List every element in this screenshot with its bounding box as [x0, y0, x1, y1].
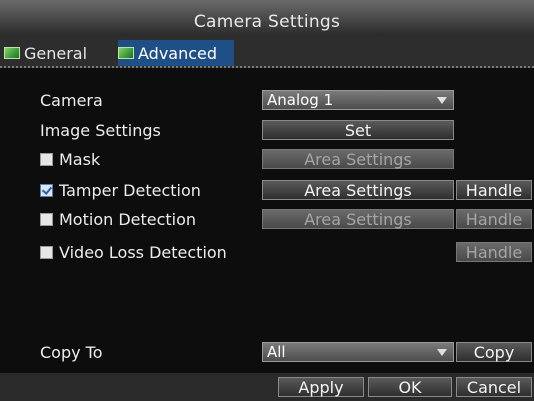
title-bar: Camera Settings: [0, 0, 534, 36]
tamper-detection-label: Tamper Detection: [59, 180, 201, 200]
motion-detection-row: Motion Detection: [40, 209, 196, 229]
tab-advanced[interactable]: Advanced: [118, 40, 234, 66]
tamper-handle-button[interactable]: Handle: [456, 180, 532, 200]
mask-row: Mask: [40, 149, 100, 169]
chevron-down-icon: [437, 349, 447, 356]
cancel-button[interactable]: Cancel: [456, 377, 532, 397]
copy-to-select[interactable]: All: [262, 342, 454, 362]
tab-general[interactable]: General: [4, 40, 87, 66]
copy-to-label-text: Copy To: [40, 342, 103, 362]
apply-button[interactable]: Apply: [278, 377, 364, 397]
copy-button[interactable]: Copy: [456, 342, 532, 362]
footer-bar: Apply OK Cancel: [0, 373, 534, 401]
window-title: Camera Settings: [193, 12, 341, 32]
motion-detection-label: Motion Detection: [59, 209, 197, 229]
tab-advanced-label: Advanced: [138, 43, 218, 63]
motion-detection-checkbox[interactable]: [40, 212, 53, 226]
camera-select[interactable]: Analog 1: [262, 90, 454, 110]
camera-label: Camera: [40, 90, 103, 110]
camera-settings-window: Camera Settings General Advanced Camera …: [0, 0, 534, 401]
tab-general-label: General: [24, 43, 88, 63]
image-settings-set-button[interactable]: Set: [262, 120, 454, 140]
ok-button[interactable]: OK: [368, 377, 452, 397]
camera-settings-icon: [4, 47, 20, 59]
chevron-down-icon: [437, 97, 447, 104]
image-settings-label-text: Image Settings: [40, 120, 161, 140]
tamper-area-settings-button[interactable]: Area Settings: [262, 180, 454, 200]
camera-settings-icon: [118, 47, 134, 59]
camera-label-text: Camera: [40, 90, 103, 110]
image-settings-label: Image Settings: [40, 120, 161, 140]
motion-area-settings-button[interactable]: Area Settings: [262, 209, 454, 229]
mask-label: Mask: [59, 149, 101, 169]
video-loss-row: Video Loss Detection: [40, 242, 227, 262]
mask-checkbox[interactable]: [40, 152, 53, 166]
video-loss-checkbox[interactable]: [40, 245, 53, 259]
advanced-settings-panel: Camera Analog 1 Image Settings Set Mask …: [0, 68, 534, 368]
camera-select-value: Analog 1: [267, 91, 334, 109]
tamper-detection-checkbox[interactable]: [40, 183, 53, 197]
video-loss-label: Video Loss Detection: [59, 242, 227, 262]
copy-to-label: Copy To: [40, 342, 103, 362]
video-loss-handle-button[interactable]: Handle: [456, 242, 532, 262]
tamper-detection-row: Tamper Detection: [40, 180, 201, 200]
motion-handle-button[interactable]: Handle: [456, 209, 532, 229]
tab-strip: General Advanced: [0, 36, 534, 68]
copy-to-select-value: All: [267, 343, 286, 361]
mask-area-settings-button[interactable]: Area Settings: [262, 149, 454, 169]
